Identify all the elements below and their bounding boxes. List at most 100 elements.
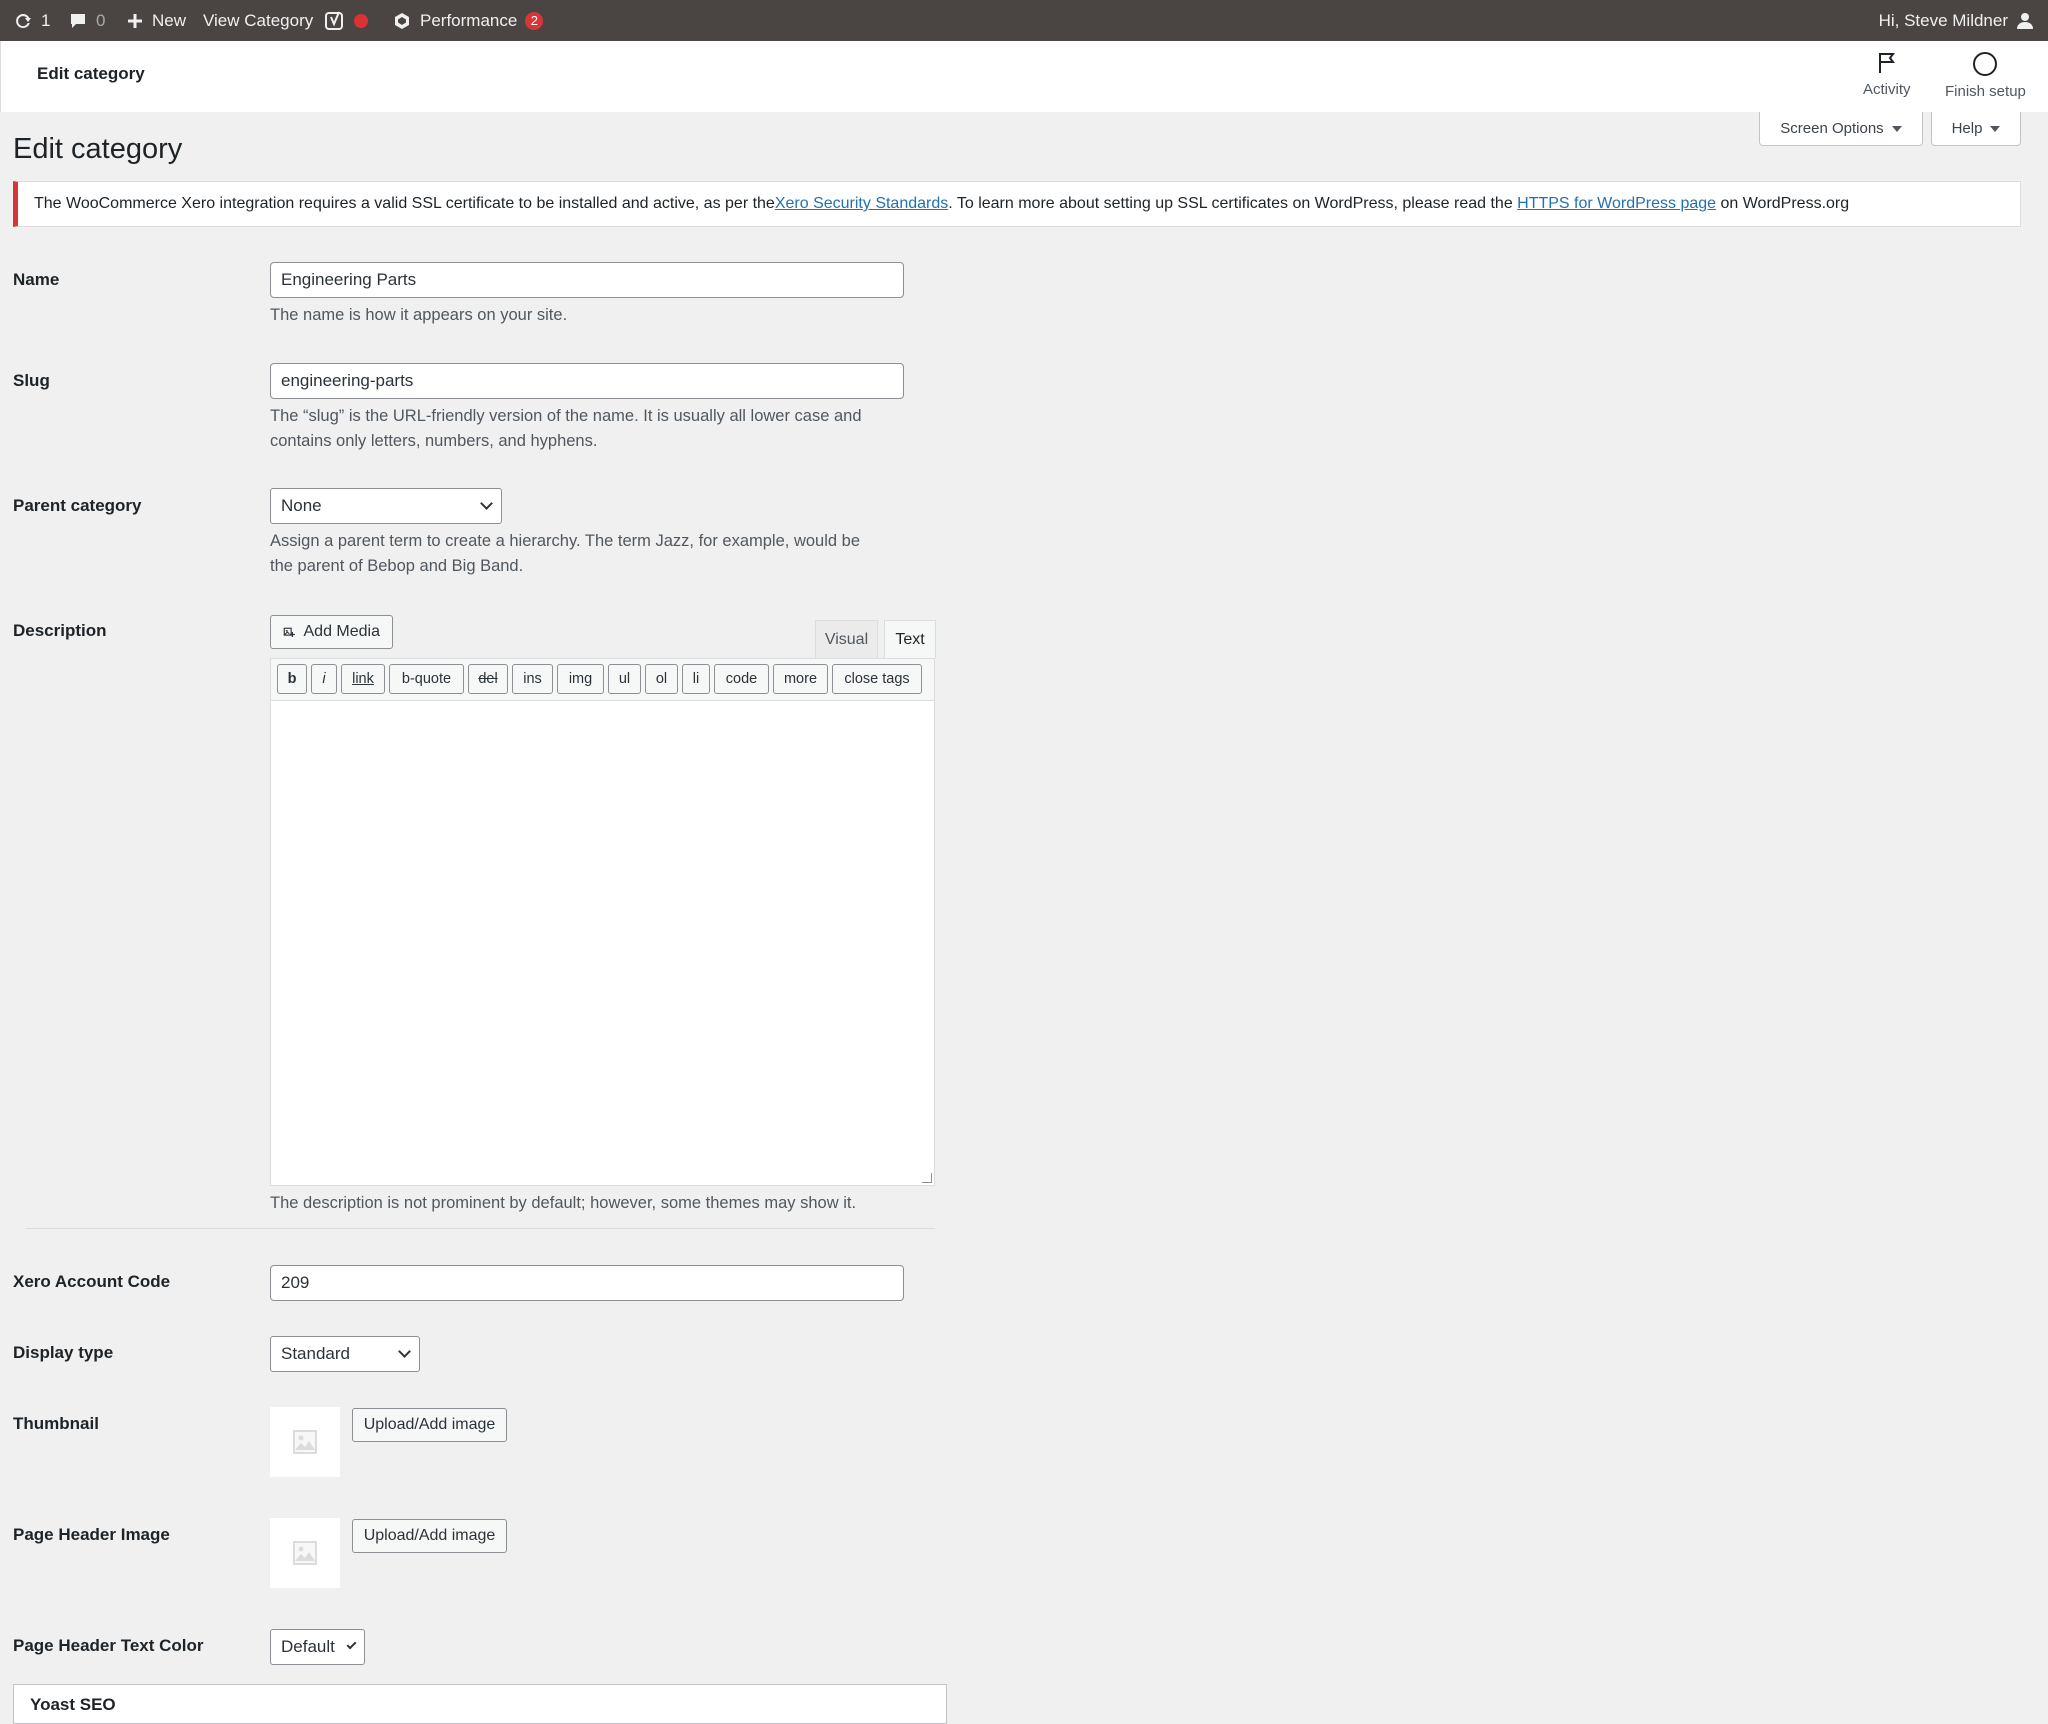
resize-grip-icon[interactable] — [922, 1173, 932, 1183]
qt-italic-button[interactable]: i — [311, 664, 337, 694]
plus-icon — [128, 13, 142, 28]
finish-setup-button[interactable]: Finish setup — [1945, 51, 2026, 100]
updates-count: 1 — [41, 10, 51, 30]
admin-bar: 1 0 New View Category Performance 2 Hi, … — [0, 0, 2048, 41]
updates-item[interactable]: 1 — [13, 0, 50, 41]
parent-category-select[interactable]: None — [270, 488, 502, 524]
notice-text: . To learn more about setting up SSL cer… — [948, 195, 1518, 212]
xero-account-code-input[interactable]: 209 — [270, 1265, 904, 1301]
help-button[interactable]: Help — [1931, 112, 2021, 146]
yoast-seo-title: Yoast SEO — [30, 1695, 116, 1714]
performance-icon — [395, 12, 409, 29]
description-label: Description — [13, 621, 107, 640]
xero-security-standards-link[interactable]: Xero Security Standards — [775, 195, 948, 213]
qt-del-button[interactable]: del — [468, 664, 508, 694]
page-title: Edit category — [13, 133, 183, 165]
caret-down-icon — [1891, 125, 1902, 132]
performance-item[interactable]: Performance 2 — [392, 0, 544, 41]
performance-badge: 2 — [525, 11, 544, 30]
display-type-value: Standard — [281, 1344, 350, 1363]
new-item[interactable]: New — [126, 0, 186, 41]
yoast-item[interactable] — [324, 0, 368, 41]
view-category-label: View Category — [203, 10, 314, 30]
comments-item[interactable]: 0 — [68, 0, 105, 41]
thumbnail-upload-button[interactable]: Upload/Add image — [352, 1408, 507, 1442]
new-label: New — [152, 10, 187, 30]
progress-circle-icon — [1973, 52, 1998, 76]
qt-close-tags-button[interactable]: close tags — [832, 664, 922, 694]
name-label: Name — [13, 270, 60, 289]
qt-ins-button[interactable]: ins — [512, 664, 553, 694]
upload-label: Upload/Add image — [363, 1416, 496, 1433]
refresh-icon — [16, 13, 31, 28]
view-category-link[interactable]: View Category — [203, 0, 313, 41]
finish-setup-label: Finish setup — [1945, 83, 2026, 100]
https-for-wordpress-link[interactable]: HTTPS for WordPress page — [1517, 195, 1716, 213]
screen-options-button[interactable]: Screen Options — [1759, 112, 1923, 146]
qt-more-button[interactable]: more — [773, 664, 828, 694]
qt-link-button[interactable]: link — [341, 664, 385, 694]
name-value: Engineering Parts — [281, 270, 417, 289]
quicktags-toolbar: b i link b-quote del ins img ul ol li co… — [270, 658, 935, 700]
add-media-button[interactable]: Add Media — [270, 615, 393, 649]
header-title: Edit category — [37, 64, 145, 83]
yoast-icon — [325, 11, 343, 30]
user-icon — [2017, 12, 2033, 29]
chevron-down-icon — [480, 497, 493, 510]
slug-description: The “slug” is the URL-friendly version o… — [270, 404, 862, 454]
help-label: Help — [1951, 120, 1983, 137]
slug-value: engineering-parts — [281, 371, 414, 390]
page-header-text-color-label: Page Header Text Color — [13, 1636, 204, 1655]
yoast-seo-metabox: Yoast SEO — [13, 1684, 947, 1724]
xero-account-code-value: 209 — [281, 1273, 310, 1292]
screen-options-label: Screen Options — [1780, 120, 1884, 137]
page-header-image-label: Page Header Image — [13, 1525, 170, 1544]
page-header-image-upload-button[interactable]: Upload/Add image — [352, 1519, 507, 1553]
image-placeholder-icon — [293, 1430, 317, 1454]
comments-count: 0 — [96, 10, 106, 30]
slug-description-line: contains only letters, numbers, and hyph… — [270, 432, 598, 450]
chevron-down-icon — [346, 1639, 357, 1650]
parent-description-line: the parent of Bebop and Big Band. — [270, 557, 524, 575]
add-media-icon — [283, 627, 295, 637]
name-input[interactable]: Engineering Parts — [270, 262, 904, 298]
parent-description-line: Assign a parent term to create a hierarc… — [270, 532, 860, 550]
display-type-label: Display type — [13, 1343, 114, 1362]
comment-icon — [71, 13, 85, 28]
tab-text-label: Text — [895, 630, 925, 648]
woocommerce-header: Edit category Activity Finish setup — [0, 41, 2048, 112]
parent-category-description: Assign a parent term to create a hierarc… — [270, 529, 860, 579]
my-account[interactable]: Hi, Steve Mildner — [1879, 0, 2034, 41]
qt-img-button[interactable]: img — [557, 664, 604, 694]
image-placeholder-icon — [293, 1541, 317, 1565]
qt-bold-button[interactable]: b — [277, 664, 307, 694]
page-header-text-color-value: Default — [281, 1637, 335, 1656]
qt-ul-button[interactable]: ul — [608, 664, 641, 694]
activity-button[interactable]: Activity — [1863, 51, 1911, 98]
qt-code-button[interactable]: code — [714, 664, 769, 694]
slug-description-line: The “slug” is the URL-friendly version o… — [270, 407, 862, 425]
slug-label: Slug — [13, 371, 50, 390]
thumbnail-preview — [270, 1407, 340, 1477]
yoast-status-dot — [354, 13, 368, 28]
notice-text: on WordPress.org — [1716, 195, 1850, 212]
divider — [26, 1228, 935, 1229]
upload-label: Upload/Add image — [363, 1527, 496, 1544]
name-description: The name is how it appears on your site. — [270, 306, 568, 324]
display-type-select[interactable]: Standard — [270, 1336, 420, 1372]
tab-text[interactable]: Text — [884, 620, 936, 658]
description-help: The description is not prominent by defa… — [270, 1194, 857, 1212]
qt-bquote-button[interactable]: b-quote — [389, 664, 464, 694]
performance-label: Performance — [420, 10, 518, 30]
qt-li-button[interactable]: li — [682, 664, 710, 694]
slug-input[interactable]: engineering-parts — [270, 363, 904, 399]
description-textarea[interactable] — [270, 700, 935, 1186]
activity-label: Activity — [1863, 81, 1911, 98]
add-media-label: Add Media — [303, 623, 381, 640]
page-header-text-color-select[interactable]: Default — [270, 1629, 365, 1665]
qt-ol-button[interactable]: ol — [645, 664, 678, 694]
tab-visual[interactable]: Visual — [815, 620, 878, 658]
caret-down-icon — [1990, 125, 2001, 132]
chevron-down-icon — [398, 1345, 411, 1358]
greeting: Hi, Steve Mildner — [1878, 10, 2008, 30]
